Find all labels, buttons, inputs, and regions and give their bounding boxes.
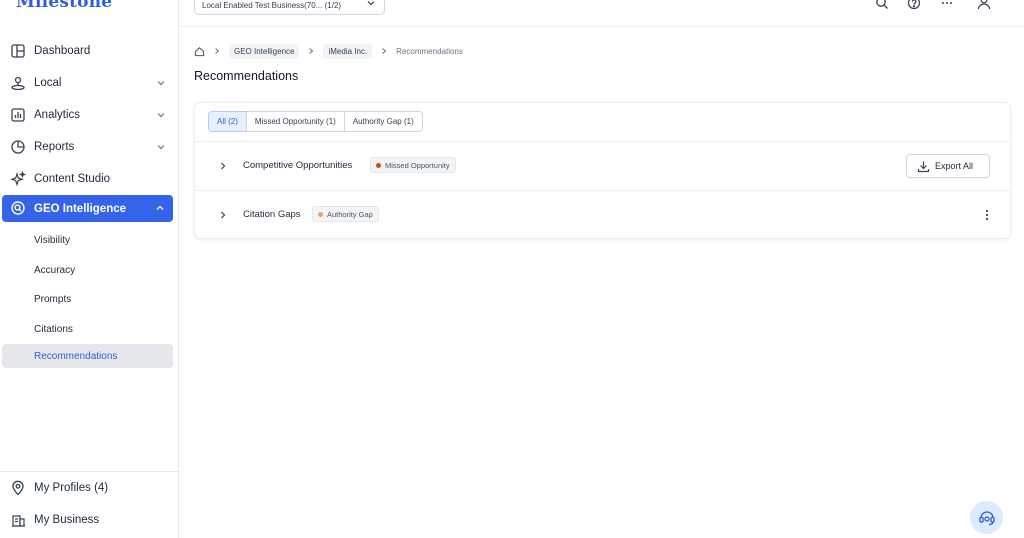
- sidebar-subitem-citations[interactable]: Citations: [0, 315, 179, 345]
- chevron-down-icon[interactable]: [156, 142, 166, 152]
- tab-all[interactable]: All (2): [208, 111, 247, 132]
- apps-grid-icon[interactable]: [940, 0, 954, 10]
- sidebar-item-local[interactable]: Local: [0, 67, 179, 99]
- chevron-up-icon[interactable]: [155, 203, 165, 213]
- chevron-right-icon[interactable]: [218, 210, 228, 220]
- sidebar-item-label: Dashboard: [34, 45, 91, 57]
- breadcrumb-current: Recommendations: [396, 46, 463, 56]
- recommendation-row[interactable]: Competitive Opportunities Missed Opportu…: [195, 141, 1010, 190]
- badge-dot: [318, 211, 323, 217]
- filter-tabs: All (2) Missed Opportunity (1) Authority…: [208, 111, 423, 133]
- dashboard-icon: [11, 44, 25, 58]
- sidebar-subitem-accuracy[interactable]: Accuracy: [0, 256, 179, 286]
- chevron-right-icon: [215, 48, 220, 54]
- pie-chart-icon: [11, 140, 25, 154]
- badge-dot: [376, 162, 381, 168]
- export-all-button[interactable]: Export All: [906, 154, 990, 178]
- badge-label: Authority Gap: [327, 209, 373, 219]
- breadcrumb: GEO Intelligence iMedia Inc. Recommendat…: [194, 43, 463, 59]
- home-icon[interactable]: [194, 46, 205, 57]
- map-pin-icon: [12, 480, 24, 496]
- chevron-right-icon[interactable]: [218, 161, 228, 171]
- sidebar-subitem-recommendations[interactable]: Recommendations: [2, 344, 173, 368]
- chevron-down-icon[interactable]: [156, 78, 166, 88]
- sidebar-item-label: My Business: [34, 514, 100, 526]
- chevron-down-icon: [367, 1, 375, 6]
- business-selector[interactable]: Local Enabled Test Business(70... (1/2): [194, 0, 385, 15]
- sidebar-item-content-studio[interactable]: Content Studio: [0, 163, 179, 195]
- sidebar-item-label: Local: [34, 77, 62, 89]
- status-badge: Authority Gap: [312, 206, 379, 222]
- more-options-icon[interactable]: [980, 208, 994, 222]
- search-icon[interactable]: [875, 0, 889, 10]
- sidebar-item-label: GEO Intelligence: [34, 202, 127, 215]
- row-title: Competitive Opportunities: [243, 160, 353, 171]
- chevron-right-icon: [309, 48, 314, 54]
- ai-assistant-icon: [978, 510, 995, 525]
- assistant-fab-button[interactable]: [970, 501, 1003, 534]
- breadcrumb-geo-intelligence[interactable]: GEO Intelligence: [229, 43, 300, 59]
- sidebar-subitem-prompts[interactable]: Prompts: [0, 285, 179, 315]
- page-title: Recommendations: [194, 69, 299, 83]
- sidebar-subitem-visibility[interactable]: Visibility: [0, 226, 179, 256]
- sidebar-bottom: My Profiles (4) My Business: [0, 471, 179, 536]
- sidebar-item-analytics[interactable]: Analytics: [0, 99, 179, 131]
- top-header: Local Enabled Test Business(70... (1/2): [179, 0, 1024, 27]
- badge-label: Missed Opportunity: [385, 160, 450, 170]
- row-title: Citation Gaps: [243, 209, 301, 220]
- user-icon[interactable]: [977, 0, 991, 10]
- sidebar-nav: Dashboard Local Analytics Reports Conten…: [0, 35, 179, 368]
- download-icon: [917, 161, 930, 173]
- tab-missed-opportunity[interactable]: Missed Opportunity (1): [245, 111, 345, 132]
- sidebar-item-label: Analytics: [34, 109, 81, 121]
- recommendation-row[interactable]: Citation Gaps Authority Gap: [195, 190, 1010, 239]
- export-all-label: Export All: [935, 161, 974, 171]
- chevron-right-icon: [382, 48, 387, 54]
- status-badge: Missed Opportunity: [370, 157, 456, 173]
- sidebar-item-label: Reports: [34, 141, 75, 153]
- sidebar-item-label: My Profiles (4): [34, 482, 109, 494]
- location-people-icon: [11, 76, 25, 91]
- sidebar-item-my-business[interactable]: My Business: [0, 504, 179, 536]
- recommendations-card: All (2) Missed Opportunity (1) Authority…: [194, 102, 1011, 239]
- chevron-down-icon[interactable]: [156, 110, 166, 120]
- tab-authority-gap[interactable]: Authority Gap (1): [343, 111, 423, 132]
- sparkle-icon: [10, 171, 26, 187]
- business-selector-value: Local Enabled Test Business(70... (1/2): [202, 1, 342, 10]
- analytics-icon: [11, 108, 25, 122]
- sidebar-item-reports[interactable]: Reports: [0, 131, 179, 163]
- sidebar-item-label: Content Studio: [34, 173, 111, 185]
- geo-intelligence-icon: [11, 201, 25, 215]
- help-icon[interactable]: [907, 0, 921, 10]
- breadcrumb-business[interactable]: iMedia Inc.: [323, 43, 373, 59]
- sidebar-item-my-profiles[interactable]: My Profiles (4): [0, 472, 179, 504]
- sidebar-item-geo-intelligence[interactable]: GEO Intelligence: [2, 195, 173, 222]
- business-building-icon: [12, 515, 25, 527]
- sidebar-item-dashboard[interactable]: Dashboard: [0, 35, 179, 67]
- sidebar: Milestone Dashboard Local Analytics Repo…: [0, 0, 179, 538]
- milestone-logo[interactable]: Milestone: [16, 0, 112, 12]
